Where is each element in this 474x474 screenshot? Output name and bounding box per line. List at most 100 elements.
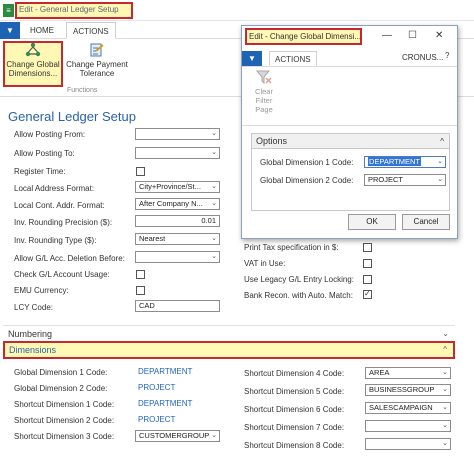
dialog-tab-actions[interactable]: ACTIONS: [269, 51, 317, 66]
allow-posting-to-field[interactable]: ⌄: [135, 147, 220, 159]
ok-button[interactable]: OK: [348, 214, 396, 230]
options-header-label: Options: [256, 136, 288, 146]
local-address-format-label: Local Address Format:: [14, 184, 95, 193]
shortcut-dim-5-label: Shortcut Dimension 5 Code:: [244, 387, 345, 396]
chevron-down-icon: ⌄: [211, 149, 217, 156]
legacy-gl-locking-label: Use Legacy G/L Entry Locking:: [244, 275, 354, 284]
chevron-down-icon: ⌄: [442, 404, 448, 411]
emu-currency-label: EMU Currency:: [14, 286, 69, 295]
dialog-global-dim-1-field[interactable]: DEPARTMENT ⌄: [364, 156, 446, 168]
legacy-gl-locking-checkbox[interactable]: [363, 275, 372, 284]
shortcut-dim-3-label: Shortcut Dimension 3 Code:: [14, 432, 115, 441]
chevron-down-icon: ⌄: [211, 200, 217, 207]
dialog-global-dim-2-label: Global Dimension 2 Code:: [260, 176, 354, 185]
local-cont-addr-format-label: Local Cont. Addr. Format:: [14, 201, 105, 210]
change-payment-tolerance-label: Change Payment Tolerance: [66, 60, 128, 78]
check-gl-account-usage-label: Check G/L Account Usage:: [14, 270, 110, 279]
chevron-down-icon: ⌄: [211, 432, 217, 439]
tab-home[interactable]: HOME: [24, 22, 60, 39]
dialog-app-menu-button[interactable]: ▼: [242, 51, 262, 66]
inv-rounding-precision-label: Inv. Rounding Precision ($):: [14, 218, 113, 227]
lcy-code-label: LCY Code:: [14, 303, 53, 312]
lcy-code-field[interactable]: CAD: [135, 300, 220, 312]
minimize-icon[interactable]: —: [382, 30, 392, 41]
chevron-up-icon: ^: [443, 345, 447, 354]
shortcut-dim-4-label: Shortcut Dimension 4 Code:: [244, 369, 345, 378]
app-menu-button[interactable]: ▼: [0, 22, 20, 39]
shortcut-dim-7-label: Shortcut Dimension 7 Code:: [244, 423, 345, 432]
change-dimensions-icon: [25, 42, 41, 57]
vat-in-use-label: VAT in Use:: [244, 259, 286, 268]
dimensions-fasttab-label: Dimensions: [9, 345, 57, 355]
print-tax-spec-label: Print Tax specification in $:: [244, 243, 339, 252]
chevron-down-icon: ⌄: [442, 386, 448, 393]
maximize-icon[interactable]: ☐: [408, 30, 417, 41]
shortcut-dim-8-label: Shortcut Dimension 8 Code:: [244, 441, 345, 450]
shortcut-dim-3-field[interactable]: CUSTOMERGROUP ⌄: [135, 430, 220, 442]
change-payment-tolerance-button[interactable]: Change Payment Tolerance: [64, 42, 130, 78]
inv-rounding-type-field[interactable]: Nearest ⌄: [135, 233, 220, 245]
payment-tolerance-icon: [90, 43, 104, 57]
chevron-down-icon: ⌄: [442, 422, 448, 429]
options-panel: Options ^ Global Dimension 1 Code: DEPAR…: [251, 133, 450, 211]
bank-recon-auto-match-checkbox[interactable]: [363, 289, 372, 299]
shortcut-dim-7-field[interactable]: ⌄: [365, 420, 451, 432]
shortcut-dim-1-link[interactable]: DEPARTMENT: [138, 399, 192, 408]
change-global-dimensions-button[interactable]: Change Global Dimensions...: [4, 42, 62, 78]
register-time-label: Register Time:: [14, 167, 66, 176]
dialog-title: Edit - Change Global Dimensi...: [249, 32, 362, 41]
shortcut-dim-6-label: Shortcut Dimension 6 Code:: [244, 405, 345, 414]
local-cont-addr-format-field[interactable]: After Company N... ⌄: [135, 198, 220, 210]
allow-gl-acc-deletion-field[interactable]: ⌄: [135, 251, 220, 263]
dialog-global-dim-1-label: Global Dimension 1 Code:: [260, 158, 354, 167]
help-icon[interactable]: ?: [445, 51, 449, 60]
shortcut-dim-2-label: Shortcut Dimension 2 Code:: [14, 416, 115, 425]
clear-filter-button[interactable]: Clear Filter Page: [250, 69, 278, 114]
dialog-global-dim-2-field[interactable]: PROJECT ⌄: [364, 174, 446, 186]
check-gl-account-usage-checkbox[interactable]: [136, 270, 145, 279]
inv-rounding-precision-field[interactable]: 0.01: [135, 215, 220, 227]
clear-filter-label: Clear Filter Page: [255, 87, 273, 114]
inv-rounding-type-label: Inv. Rounding Type ($):: [14, 236, 97, 245]
app-logo-icon: ≡: [3, 4, 14, 17]
local-address-format-field[interactable]: City+Province/St... ⌄: [135, 181, 220, 193]
numbering-fasttab-label: Numbering: [8, 329, 53, 339]
cancel-button[interactable]: Cancel: [402, 214, 450, 230]
window-title: Edit - General Ledger Setup: [19, 5, 119, 14]
chevron-down-icon: ⌄: [442, 369, 448, 376]
bank-recon-auto-match-label: Bank Recon. with Auto. Match:: [244, 291, 353, 300]
allow-posting-from-field[interactable]: ⌄: [135, 128, 220, 140]
close-icon[interactable]: ✕: [435, 30, 443, 41]
vat-in-use-checkbox[interactable]: [363, 259, 372, 268]
shortcut-dim-5-field[interactable]: BUSINESSGROUP ⌄: [365, 384, 451, 396]
allow-posting-from-label: Allow Posting From:: [14, 130, 86, 139]
register-time-checkbox[interactable]: [136, 167, 145, 176]
company-name: CRONUS...: [402, 53, 444, 62]
chevron-down-icon: ⌄: [442, 440, 448, 447]
shortcut-dim-2-link[interactable]: PROJECT: [138, 415, 175, 424]
options-header[interactable]: Options ^: [252, 134, 449, 149]
chevron-down-icon: ⌄: [437, 158, 443, 165]
chevron-down-icon: ⌄: [211, 130, 217, 137]
numbering-fasttab[interactable]: Numbering ⌄: [3, 325, 455, 341]
shortcut-dim-4-field[interactable]: AREA ⌄: [365, 367, 451, 379]
global-dim-1-link[interactable]: DEPARTMENT: [138, 367, 192, 376]
ribbon-group-functions: Functions: [67, 87, 98, 94]
shortcut-dim-1-label: Shortcut Dimension 1 Code:: [14, 400, 115, 409]
shortcut-dim-6-field[interactable]: SALESCAMPAIGN ⌄: [365, 402, 451, 414]
chevron-down-icon: ⌄: [211, 183, 217, 190]
clear-filter-icon: [256, 70, 272, 85]
global-dim-2-link[interactable]: PROJECT: [138, 383, 175, 392]
change-global-dimensions-label: Change Global Dimensions...: [6, 60, 60, 78]
chevron-up-icon: ^: [440, 137, 444, 146]
chevron-down-icon: ⌄: [211, 235, 217, 242]
page-title: General Ledger Setup: [8, 109, 136, 124]
chevron-down-icon: ⌄: [437, 176, 443, 183]
global-dim-1-label: Global Dimension 1 Code:: [14, 368, 108, 377]
shortcut-dim-8-field[interactable]: ⌄: [365, 438, 451, 450]
print-tax-spec-checkbox[interactable]: [363, 243, 372, 252]
tab-actions[interactable]: ACTIONS: [66, 22, 116, 39]
dimensions-fasttab[interactable]: Dimensions ^: [3, 341, 455, 359]
emu-currency-checkbox[interactable]: [136, 286, 145, 295]
chevron-down-icon: ⌄: [211, 253, 217, 260]
